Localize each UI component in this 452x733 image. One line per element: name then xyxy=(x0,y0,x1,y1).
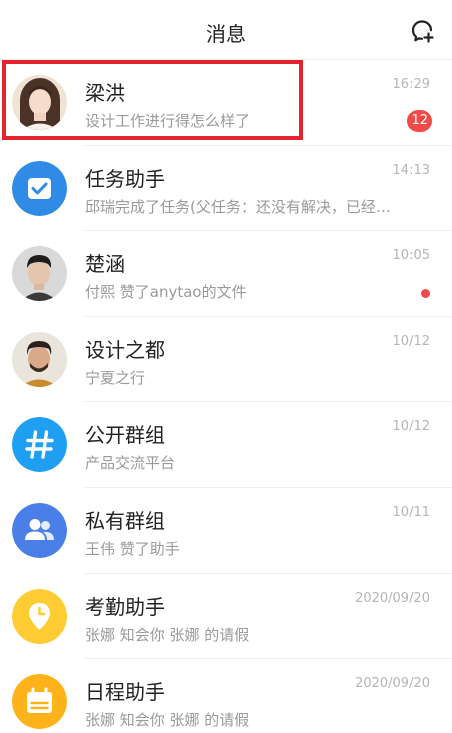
conversation-name: 设计之都 xyxy=(85,337,165,362)
avatar xyxy=(12,674,67,730)
avatar xyxy=(12,246,67,302)
conversation-item-task-assistant[interactable]: 任务助手 邱瑞完成了任务(父任务：还没有解决，已经… 14:13 xyxy=(0,146,452,232)
conversation-name: 考勤助手 xyxy=(85,594,165,619)
header: 消息 xyxy=(0,0,452,60)
conversation-item-schedule-assistant[interactable]: 日程助手 张娜 知会你 张娜 的请假 2020/09/20 xyxy=(0,659,452,733)
avatar xyxy=(12,331,67,387)
avatar xyxy=(12,75,67,130)
conversation-preview: 产品交流平台 xyxy=(85,454,176,473)
conversation-item-lianghong[interactable]: 梁洪 设计工作进行得怎么样了 16:29 12 xyxy=(0,60,452,146)
avatar xyxy=(12,502,67,558)
conversation-name: 任务助手 xyxy=(85,166,165,191)
chat-plus-icon[interactable] xyxy=(410,18,436,44)
conversation-list: 梁洪 设计工作进行得怎么样了 16:29 12 任务助手 邱瑞完成了任务(父任务… xyxy=(0,60,452,733)
avatar xyxy=(12,160,67,216)
avatar xyxy=(12,588,67,644)
conversation-time: 10/12 xyxy=(392,333,430,349)
conversation-item-design-capital[interactable]: 设计之都 宁夏之行 10/12 xyxy=(0,317,452,403)
unread-count-badge: 12 xyxy=(407,110,432,132)
conversation-time: 10/12 xyxy=(392,419,430,435)
conversation-preview: 付熙 赞了anytao的文件 xyxy=(85,283,247,302)
page-title: 消息 xyxy=(206,22,246,46)
conversation-preview: 王伟 赞了助手 xyxy=(85,539,180,558)
conversation-item-chuhan[interactable]: 楚涵 付熙 赞了anytao的文件 10:05 xyxy=(0,231,452,317)
conversation-time: 10:05 xyxy=(392,248,430,264)
conversation-preview: 设计工作进行得怎么样了 xyxy=(85,112,251,130)
unread-dot xyxy=(421,289,430,299)
conversation-time: 2020/09/20 xyxy=(355,676,430,692)
conversation-item-attendance-assistant[interactable]: 考勤助手 张娜 知会你 张娜 的请假 2020/09/20 xyxy=(0,574,452,660)
conversation-name: 公开群组 xyxy=(85,423,165,448)
conversation-preview: 邱瑞完成了任务(父任务：还没有解决，已经… xyxy=(85,197,391,216)
conversation-preview: 宁夏之行 xyxy=(85,368,146,387)
conversation-name: 梁洪 xyxy=(85,81,125,105)
conversation-name: 日程助手 xyxy=(85,680,165,705)
messages-screen: 消息 梁洪 设计工作进行得怎么样了 16:29 12 任务助手 邱瑞完成了任务(… xyxy=(0,0,452,733)
conversation-item-public-group[interactable]: 公开群组 产品交流平台 10/12 xyxy=(0,402,452,488)
conversation-time: 16:29 xyxy=(392,77,430,92)
conversation-time: 10/11 xyxy=(392,504,430,520)
conversation-time: 14:13 xyxy=(392,162,430,178)
conversation-preview: 张娜 知会你 张娜 的请假 xyxy=(85,625,250,644)
conversation-name: 楚涵 xyxy=(85,252,125,277)
avatar xyxy=(12,417,67,473)
conversation-name: 私有群组 xyxy=(85,508,165,533)
conversation-preview: 张娜 知会你 张娜 的请假 xyxy=(85,711,250,730)
conversation-item-private-group[interactable]: 私有群组 王伟 赞了助手 10/11 xyxy=(0,488,452,574)
conversation-time: 2020/09/20 xyxy=(355,590,430,606)
